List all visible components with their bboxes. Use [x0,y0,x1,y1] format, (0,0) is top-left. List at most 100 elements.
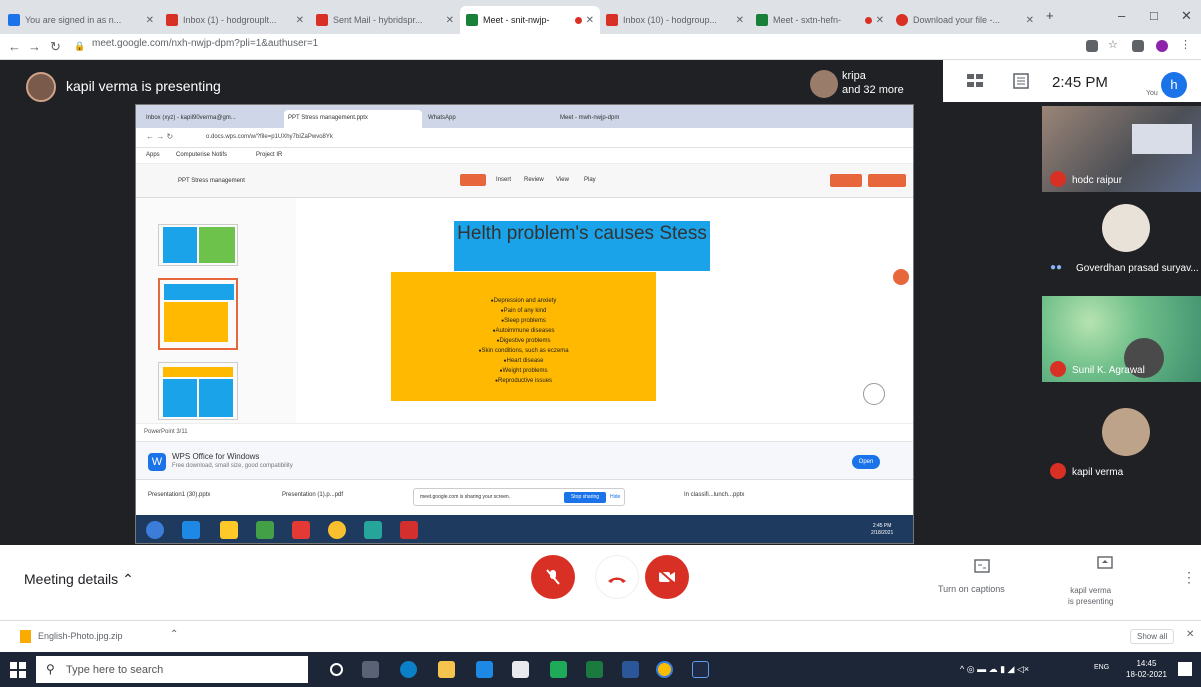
slide-bullet: Weight problems [391,366,656,376]
slide-bullet: Heart disease [391,356,656,366]
participant-tile[interactable]: ●● Goverdhan prasad suryav... [1042,194,1201,280]
url-field[interactable]: meet.google.com/nxh-nwjp-dpm?pli=1&authu… [92,38,318,49]
app-icon [364,521,382,539]
wps-share-button [830,174,862,187]
participants-grid-icon[interactable] [965,72,987,90]
tab-favicon-icon [8,14,20,26]
cortana-icon[interactable] [330,663,343,676]
browser-tab[interactable]: Inbox (10) - hodgroup... ✕ [600,6,750,34]
tab-close-icon[interactable]: ✕ [446,15,454,26]
self-avatar[interactable]: h [1161,72,1187,98]
hide-notice-button: Hide [610,494,621,500]
wps-assistant-icon [863,383,885,405]
star-icon[interactable]: ☆ [1108,38,1120,51]
browser-tab-active[interactable]: Meet - snit-nwjp- ✕ [460,6,600,34]
extensions-icon[interactable] [1132,40,1144,52]
profile-avatar[interactable] [1156,40,1168,52]
chat-icon[interactable] [1013,73,1029,89]
store-icon[interactable] [512,661,529,678]
browser-tab[interactable]: Inbox (1) - hodgrouplt... ✕ [160,6,310,34]
wps-menu-item: Review [524,177,544,183]
shared-tab-active: PPT Stress management.pptx [284,110,422,128]
language-indicator[interactable]: ENG [1094,664,1109,671]
browser-tab[interactable]: Download your file -... ✕ [890,6,1040,34]
participant-name: kapil verma [1072,467,1124,478]
photoshop-icon[interactable] [692,661,709,678]
show-all-button[interactable]: Show all [1130,629,1175,644]
status-text: PowerPoint 3/11 [144,429,188,435]
participant-avatar [1102,408,1150,456]
camera-icon[interactable] [1086,40,1098,52]
captions-button[interactable]: Turn on captions [938,584,1005,594]
lock-icon: 🔒 [74,41,86,51]
windows-start-icon[interactable] [10,662,26,678]
grid-avatar [810,70,838,98]
mail-icon[interactable] [476,661,493,678]
participant-tile[interactable]: hodc raipur [1042,106,1201,192]
minimize-button[interactable]: – [1118,8,1125,23]
wps-download-banner: W WPS Office for Windows Free download, … [136,441,913,479]
gmail-icon [166,14,178,26]
presenting-status-button[interactable]: kapil verma is presenting [1068,585,1113,607]
leave-call-button[interactable] [595,555,639,599]
download-item[interactable]: English-Photo.jpg.zip [38,631,123,641]
browser-tab[interactable]: Sent Mail - hybridspr... ✕ [310,6,460,34]
slide-bullet: Sleep problems [391,316,656,326]
stop-sharing-button: Stop sharing [564,492,606,503]
meeting-details-button[interactable]: Meeting details ⌃ [24,571,134,588]
tab-close-icon[interactable]: ✕ [586,15,594,26]
tab-close-icon[interactable]: ✕ [146,15,154,26]
chevron-up-icon: ⌃ [122,571,134,587]
wps-side-tool-icon [893,269,909,285]
presenting-name: kapil verma [1070,586,1112,595]
word-icon[interactable] [622,661,639,678]
mic-off-icon [1050,361,1066,377]
close-shelf-button[interactable]: ✕ [1186,629,1194,640]
edge-icon[interactable] [400,661,417,678]
camera-toggle-button[interactable] [645,555,689,599]
app-icon[interactable] [550,661,567,678]
slide-bullet: Pain of any kind [391,306,656,316]
mic-toggle-button[interactable] [531,555,575,599]
tab-close-icon[interactable]: ✕ [296,15,304,26]
wps-banner-title: WPS Office for Windows [172,452,260,461]
forward-arrow-icon[interactable]: → [28,39,41,54]
screen-root: You are signed in as n... ✕ Inbox (1) - … [0,0,1201,687]
tab-close-icon[interactable]: ✕ [1026,15,1034,26]
shared-download-item: Presentation1 (30).pptx [148,492,211,498]
tab-close-icon[interactable]: ✕ [876,15,884,26]
file-explorer-icon[interactable] [438,661,455,678]
back-arrow-icon[interactable]: ← [8,39,21,54]
maximize-button[interactable]: □ [1150,8,1158,23]
participant-tile[interactable]: kapil verma [1042,398,1201,484]
tab-close-icon[interactable]: ✕ [736,15,744,26]
more-options-icon[interactable]: ⋮ [1182,569,1196,586]
chrome-menu-icon[interactable]: ⋮ [1180,38,1192,51]
taskbar-time: 14:45 [1136,659,1157,668]
slide-bullet: Autoimmune diseases [391,326,656,336]
slide-bullet: Reproductive issues [391,376,656,386]
chrome-icon [328,521,346,539]
new-tab-button[interactable]: + [1046,8,1054,23]
shared-address-bar: ← → ↻ o.docs.wps.com/w/?file=p1UXhy7bIZa… [136,128,913,148]
taskbar-clock[interactable]: 14:45 18-02-2021 [1126,658,1167,680]
system-tray-icons[interactable]: ^ ◎ ▬ ☁ ▮ ◢ ◁× [960,664,1029,675]
participant-tile[interactable]: Sunil K. Agrawal [1042,296,1201,382]
chrome-icon[interactable] [656,661,673,678]
shared-bookmarks-bar: Apps Computerise Notifs Project IR [136,148,913,164]
presenting-text: is presenting [1068,597,1114,606]
grid-more-count[interactable]: and 32 more [842,84,904,96]
reload-icon[interactable]: ↻ [50,39,61,55]
close-window-button[interactable]: ✕ [1181,8,1192,24]
slide-thumbnail [158,224,238,266]
excel-icon[interactable] [586,661,603,678]
notification-icon[interactable] [1178,662,1192,676]
browser-tab[interactable]: Meet - sxtn-hefn- ✕ [750,6,890,34]
browser-tab[interactable]: You are signed in as n... ✕ [2,6,160,34]
captions-icon[interactable] [974,558,990,574]
chevron-up-icon[interactable]: ⌃ [170,629,178,640]
slide-thumbnail [158,362,238,420]
task-view-icon[interactable] [362,661,379,678]
present-screen-icon[interactable] [1097,555,1113,571]
taskbar-search-box[interactable]: ⚲ Type here to search [36,656,308,683]
